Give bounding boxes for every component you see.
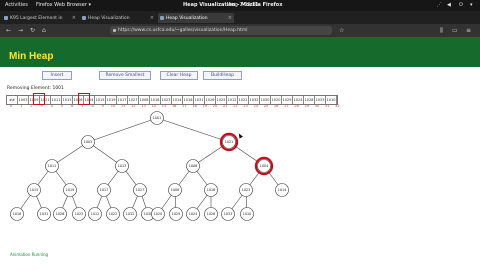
tree-node-label: 1018: [207, 188, 215, 192]
tree-edge: [87, 117, 158, 143]
tree-node-label: 1013: [118, 164, 126, 168]
tree-node-label: 1015: [30, 188, 38, 192]
tree-node-label: 1001: [153, 116, 161, 120]
tree-node-label: 1024: [189, 212, 197, 216]
tree-node-label: 1028: [207, 212, 215, 216]
tree-node-label: 1021: [225, 140, 233, 144]
tree-node-label: 1027: [136, 188, 144, 192]
tree-node-label: 1016: [13, 212, 21, 216]
tree-node-label: 1031: [40, 212, 48, 216]
tree-node-label: 1020: [154, 212, 162, 216]
tree-node-label: 1008: [171, 188, 179, 192]
tree-node-label: 1029: [172, 212, 180, 216]
tree-node-label: 1014: [278, 188, 286, 192]
tree-edge: [156, 117, 230, 143]
tree-node-label: 1025: [75, 212, 83, 216]
tree-node-label: 1011: [48, 164, 56, 168]
tree-node-label: 1006: [189, 164, 197, 168]
tree-node-label: 1003: [84, 140, 92, 144]
tree-node-label: 1004: [260, 164, 268, 168]
tree-node-label: 1010: [243, 212, 251, 216]
tree-node-label: 1022: [109, 212, 117, 216]
tree-node-label: 1017: [100, 188, 108, 192]
tree-node-label: 1032: [126, 212, 134, 216]
tree-node-label: 1026: [56, 212, 64, 216]
tree-node-label: 1033: [224, 212, 232, 216]
animation-status: Animation Running: [10, 252, 49, 257]
tree-node-label: 1019: [66, 188, 74, 192]
tree-node-label: 1030: [144, 212, 152, 216]
tree-node-label: 1012: [91, 212, 99, 216]
tree-node-label: 1023: [242, 188, 250, 192]
